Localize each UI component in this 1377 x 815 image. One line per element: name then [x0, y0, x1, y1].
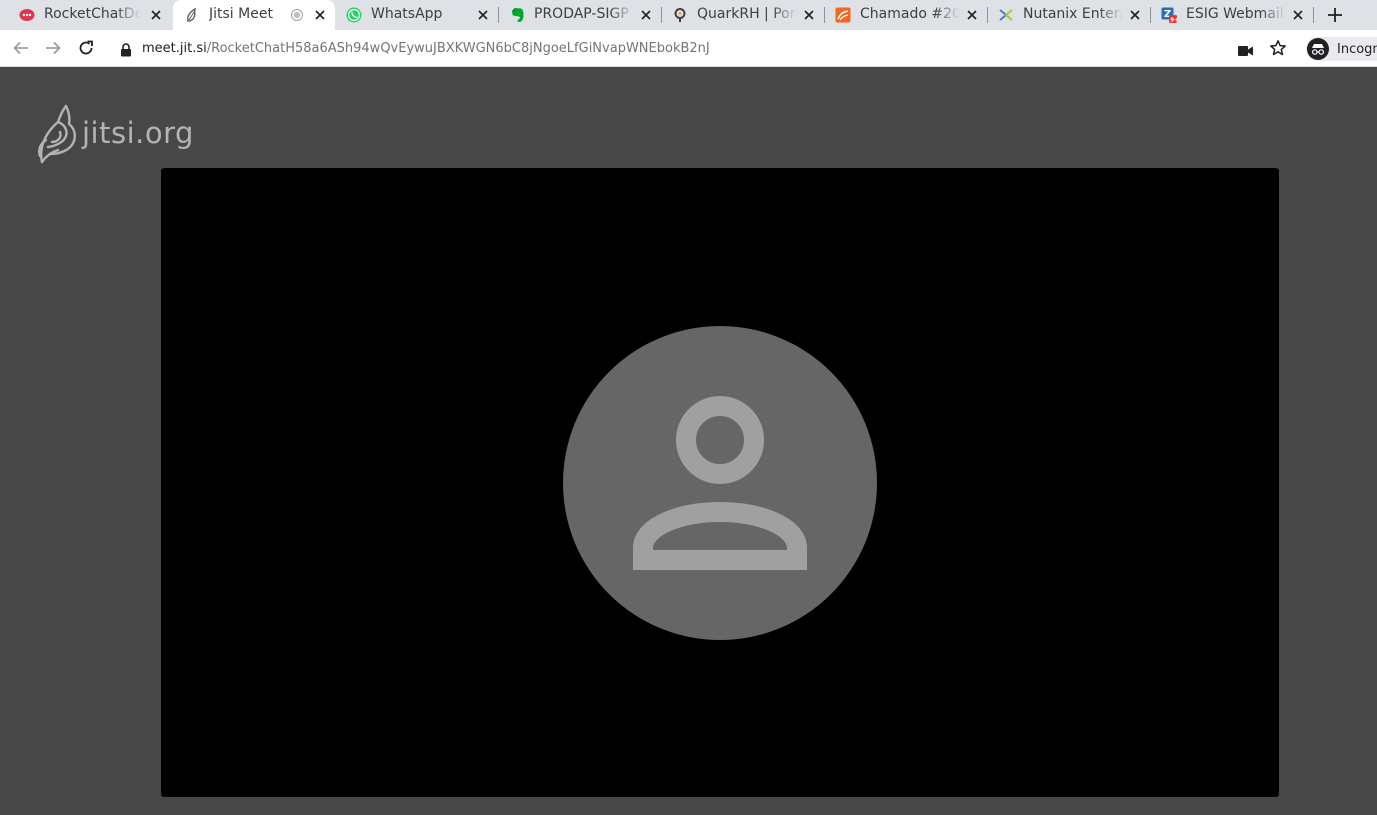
- chamado-icon: [835, 7, 851, 23]
- url-host: meet.jit.si: [142, 41, 207, 56]
- participant-avatar: [563, 326, 877, 640]
- address-bar[interactable]: meet.jit.si/RocketChatH58a6ASh94wQvEywuJ…: [108, 34, 1298, 63]
- camera-in-use-icon[interactable]: [1238, 42, 1254, 56]
- tab-prodap-sigp[interactable]: PRODAP-SIGP: [499, 0, 661, 30]
- tab-separator: [1313, 7, 1314, 23]
- browser-toolbar: meet.jit.si/RocketChatH58a6ASh94wQvEywuJ…: [0, 30, 1377, 67]
- close-icon[interactable]: [802, 8, 816, 22]
- evernote-icon: [509, 7, 525, 23]
- close-icon[interactable]: [639, 8, 653, 22]
- tab-title: WhatsApp: [371, 6, 443, 22]
- tab-title: QuarkRH | Port: [697, 6, 797, 22]
- close-icon[interactable]: [1291, 8, 1305, 22]
- large-video-area[interactable]: [161, 168, 1279, 797]
- tab-esig-webmail[interactable]: Z 9+ ESIG Webmail: [1151, 0, 1313, 30]
- tab-quarkrh[interactable]: QuarkRH | Port: [662, 0, 824, 30]
- close-icon[interactable]: [1128, 8, 1142, 22]
- whatsapp-icon: [346, 7, 362, 23]
- svg-text:9+: 9+: [1170, 18, 1177, 24]
- bookmark-star-icon[interactable]: [1269, 39, 1287, 57]
- new-tab-icon[interactable]: [1326, 6, 1344, 24]
- close-icon[interactable]: [149, 8, 163, 22]
- jitsi-leaf-icon: [36, 104, 78, 166]
- tab-strip: RocketChatDe Jitsi Meet WhatsApp PRODAP-…: [0, 0, 1377, 30]
- jitsi-icon: [184, 7, 200, 23]
- jitsi-logo[interactable]: jitsi.org: [36, 104, 194, 166]
- tab-title: Nutanix Enterp: [1023, 6, 1123, 22]
- quarkrh-icon: [672, 7, 688, 23]
- tab-title: PRODAP-SIGP: [534, 6, 629, 22]
- reload-icon[interactable]: [77, 39, 95, 57]
- close-icon[interactable]: [313, 8, 327, 22]
- close-icon[interactable]: [476, 8, 490, 22]
- jitsi-meeting-page: jitsi.org: [0, 68, 1377, 815]
- tab-whatsapp[interactable]: WhatsApp: [336, 0, 498, 30]
- tab-jitsi-meet[interactable]: Jitsi Meet: [173, 0, 335, 30]
- rocketchat-icon: [19, 7, 35, 23]
- tab-title: RocketChatDe: [44, 6, 140, 22]
- nutanix-icon: [998, 7, 1014, 23]
- recording-indicator-icon: [290, 8, 304, 22]
- tab-rocketchat[interactable]: RocketChatDe: [0, 0, 171, 30]
- tab-nutanix[interactable]: Nutanix Enterp: [988, 0, 1150, 30]
- profile-label: Incognito: [1337, 41, 1377, 57]
- tab-chamado[interactable]: Chamado #202: [825, 0, 987, 30]
- close-icon[interactable]: [965, 8, 979, 22]
- incognito-icon: [1307, 38, 1329, 60]
- incognito-profile-button[interactable]: Incognito: [1306, 37, 1377, 61]
- tab-title: Jitsi Meet: [209, 6, 273, 22]
- url-path: /RocketChatH58a6ASh94wQvEywuJBXKWGN6bC8j…: [206, 41, 710, 56]
- url-text[interactable]: meet.jit.si/RocketChatH58a6ASh94wQvEywuJ…: [142, 40, 710, 57]
- tab-title: ESIG Webmail: [1186, 6, 1284, 22]
- lock-icon[interactable]: [120, 42, 132, 57]
- user-icon: [633, 396, 807, 570]
- back-icon[interactable]: [12, 39, 30, 57]
- zimbra-icon: Z 9+: [1161, 7, 1177, 23]
- logo-wordmark: jitsi.org: [82, 116, 194, 150]
- tab-title: Chamado #202: [860, 6, 960, 22]
- forward-icon[interactable]: [44, 39, 62, 57]
